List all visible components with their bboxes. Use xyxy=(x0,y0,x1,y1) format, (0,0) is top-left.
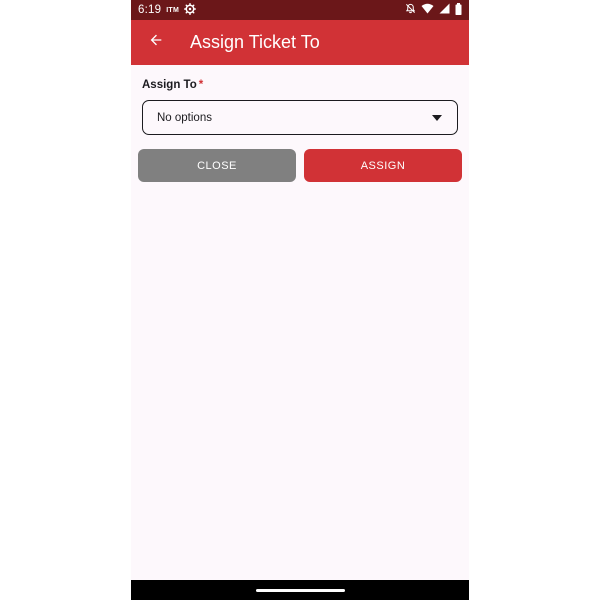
carrier-badge: ITM xyxy=(166,6,180,14)
alarm-off-icon xyxy=(405,3,416,17)
select-value: No options xyxy=(157,111,212,124)
wifi-icon xyxy=(421,3,434,17)
home-gesture-handle[interactable] xyxy=(256,589,345,592)
navigation-bar xyxy=(131,580,469,600)
back-button[interactable] xyxy=(145,32,167,54)
assign-to-label: Assign To * xyxy=(142,79,203,91)
phone-screen: 6:19 ITM Assign Ticket To Assign To * No… xyxy=(131,0,469,600)
app-bar: Assign Ticket To xyxy=(131,20,469,65)
status-time: 6:19 xyxy=(138,4,162,16)
status-left: 6:19 ITM xyxy=(138,2,197,18)
close-button[interactable]: CLOSE xyxy=(138,149,296,182)
required-mark: * xyxy=(198,79,204,91)
signal-icon xyxy=(439,3,450,17)
dropdown-arrow-icon xyxy=(431,114,443,122)
status-right xyxy=(405,2,462,18)
settings-icon xyxy=(184,2,197,18)
assign-to-select[interactable]: No options xyxy=(142,100,458,135)
arrow-back-icon xyxy=(148,32,164,53)
assign-button[interactable]: ASSIGN xyxy=(304,149,462,182)
battery-icon xyxy=(455,2,462,18)
page-title: Assign Ticket To xyxy=(190,32,320,52)
assign-to-label-text: Assign To xyxy=(142,79,197,91)
status-bar: 6:19 ITM xyxy=(131,0,469,20)
